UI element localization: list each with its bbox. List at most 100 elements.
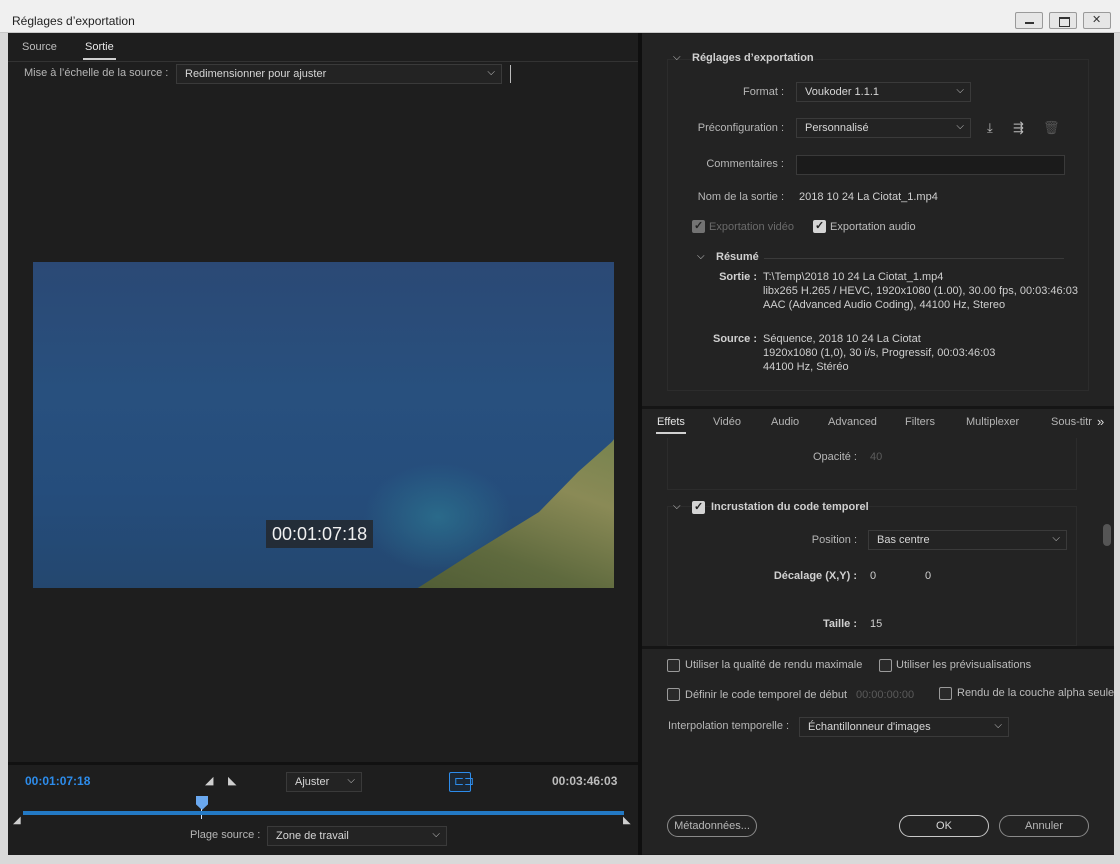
scrollbar-thumb[interactable] <box>1103 524 1111 546</box>
current-timecode[interactable]: 00:01:07:18 <box>25 774 90 788</box>
comments-label: Commentaires : <box>706 158 784 170</box>
summary-source-line-2: 1920x1080 (1,0), 30 i/s, Progressif, 00:… <box>763 347 996 359</box>
export-audio-label: Exportation audio <box>830 221 916 233</box>
interpolation-select[interactable]: Échantillonneur d'images ⌵ <box>799 717 1009 737</box>
scrubber-bar[interactable] <box>23 811 624 815</box>
tab-output[interactable]: Sortie <box>83 41 116 60</box>
chevron-down-icon: ⌵ <box>1052 533 1060 544</box>
range-end-handle-icon[interactable]: ◣ <box>623 815 631 826</box>
title-bar: Réglages d’exportation <box>0 0 1120 33</box>
range-select[interactable]: Zone de travail ⌵ <box>267 826 447 846</box>
maximize-button[interactable] <box>1049 12 1077 29</box>
start-timecode-label: Définir le code temporel de début <box>685 689 848 701</box>
format-select-value: Voukoder 1.1.1 <box>805 86 880 98</box>
scale-label: Mise à l’échelle de la source : <box>24 67 169 79</box>
tab-divider <box>8 61 638 62</box>
tab-multiplexer[interactable]: Multiplexer <box>966 416 1019 428</box>
summary-output-line-1: T:\Temp\2018 10 24 La Ciotat_1.mp4 <box>763 271 944 283</box>
timecode-collapse-icon[interactable]: ⌵ <box>673 501 681 512</box>
max-quality-label: Utiliser la qualité de rendu maximale <box>685 659 863 671</box>
scale-select-value: Redimensionner pour ajuster <box>185 68 327 80</box>
chevron-down-icon: ⌵ <box>956 121 964 132</box>
video-preview: 00:01:07:18 <box>33 262 614 588</box>
tab-audio[interactable]: Audio <box>771 416 799 428</box>
alpha-only-checkbox[interactable] <box>939 687 952 700</box>
settings-tabs: Effets Vidéo Audio Advanced Filters Mult… <box>642 406 1114 438</box>
start-timecode-checkbox[interactable] <box>667 688 680 701</box>
tab-video[interactable]: Vidéo <box>713 416 741 428</box>
preset-select-value: Personnalisé <box>805 122 869 134</box>
summary-source-line-1: Séquence, 2018 10 24 La Ciotat <box>763 333 921 345</box>
format-select[interactable]: Voukoder 1.1.1 ⌵ <box>796 82 971 102</box>
preset-label: Préconfiguration : <box>697 122 784 134</box>
timecode-burnin: 00:01:07:18 <box>266 520 374 548</box>
metadata-button[interactable]: Métadonnées... <box>667 815 757 837</box>
comments-input[interactable] <box>796 155 1065 175</box>
summary-output-line-2: libx265 H.265 / HEVC, 1920x1080 (1.00), … <box>763 285 1078 297</box>
opacity-value[interactable]: 40 <box>870 451 882 463</box>
offset-x-value[interactable]: 0 <box>870 570 876 582</box>
size-value[interactable]: 15 <box>870 618 882 630</box>
tab-source[interactable]: Source <box>22 41 57 53</box>
ok-button[interactable]: OK <box>899 815 989 837</box>
alpha-only-label: Rendu de la couche alpha seule <box>957 687 1115 699</box>
playhead-handle[interactable] <box>196 796 208 810</box>
tab-subtitles[interactable]: Sous-titr <box>1051 416 1092 428</box>
summary-source-line-3: 44100 Hz, Stéréo <box>763 361 849 373</box>
summary-source-label: Source : <box>712 333 757 345</box>
mark-out-icon[interactable]: ◣ <box>228 774 236 787</box>
format-label: Format : <box>743 86 784 98</box>
close-button[interactable] <box>1083 12 1111 29</box>
range-start-handle-icon[interactable]: ◢ <box>13 815 21 826</box>
output-name-link[interactable]: 2018 10 24 La Ciotat_1.mp4 <box>799 191 938 203</box>
position-select-value: Bas centre <box>877 534 930 546</box>
export-video-label: Exportation vidéo <box>709 221 794 233</box>
summary-collapse-icon[interactable]: ⌵ <box>697 251 705 262</box>
window-frame-bottom <box>0 855 1120 864</box>
timecode-enable-checkbox[interactable] <box>692 500 705 514</box>
summary-rule <box>764 258 1064 259</box>
window-frame-left <box>0 33 8 864</box>
output-name-label: Nom de la sortie : <box>697 191 784 203</box>
start-timecode-value[interactable]: 00:00:00:00 <box>856 689 914 701</box>
export-settings-title: Réglages d’exportation <box>692 52 814 64</box>
options-divider <box>642 646 1114 649</box>
summary-output-line-3: AAC (Advanced Audio Coding), 44100 Hz, S… <box>763 299 1006 311</box>
save-preset-icon[interactable]: ⤓ <box>987 120 993 136</box>
use-previews-checkbox[interactable] <box>879 659 892 672</box>
timecode-section-title: Incrustation du code temporel <box>711 501 869 513</box>
timeline-divider <box>8 762 638 765</box>
export-audio-checkbox[interactable] <box>813 219 826 233</box>
delete-preset-icon[interactable]: 🗑 <box>1043 120 1060 136</box>
minimize-button[interactable] <box>1015 12 1043 29</box>
export-video-checkbox[interactable] <box>692 219 705 233</box>
more-tabs-icon[interactable]: » <box>1097 414 1104 429</box>
max-quality-checkbox[interactable] <box>667 659 680 672</box>
offset-label: Décalage (X,Y) : <box>773 570 857 582</box>
opacity-section <box>667 438 1077 490</box>
tab-advanced[interactable]: Advanced <box>828 416 877 428</box>
range-select-value: Zone de travail <box>276 830 349 842</box>
chevron-down-icon: ⌵ <box>994 720 1002 731</box>
use-previews-label: Utiliser les prévisualisations <box>896 659 1032 671</box>
zoom-select[interactable]: Ajuster ⌵ <box>286 772 362 792</box>
zoom-select-value: Ajuster <box>295 776 330 788</box>
size-label: Taille : <box>822 618 857 630</box>
scale-select[interactable]: Redimensionner pour ajuster ⌵ <box>176 64 502 84</box>
preset-select[interactable]: Personnalisé ⌵ <box>796 118 971 138</box>
summary-title: Résumé <box>716 251 759 263</box>
mark-in-icon[interactable]: ◢ <box>205 774 213 787</box>
offset-y-value[interactable]: 0 <box>925 570 931 582</box>
tab-effects[interactable]: Effets <box>656 416 686 434</box>
summary-output-label: Sortie : <box>719 271 757 283</box>
import-preset-icon[interactable]: ⇶ <box>1013 120 1024 136</box>
settings-panel: ⌵ Réglages d’exportation Format : Voukod… <box>642 34 1114 854</box>
tab-filters[interactable]: Filters <box>905 416 935 428</box>
preview-panel: Source Sortie Mise à l’échelle de la sou… <box>8 34 638 854</box>
chevron-down-icon: ⌵ <box>956 85 964 96</box>
position-label: Position : <box>811 534 857 546</box>
cancel-button[interactable]: Annuler <box>999 815 1089 837</box>
aspect-toggle-icon[interactable]: ⊏⊐ <box>449 772 474 792</box>
collapse-chevron-icon[interactable]: ⌵ <box>673 52 681 63</box>
position-select[interactable]: Bas centre ⌵ <box>868 530 1067 550</box>
